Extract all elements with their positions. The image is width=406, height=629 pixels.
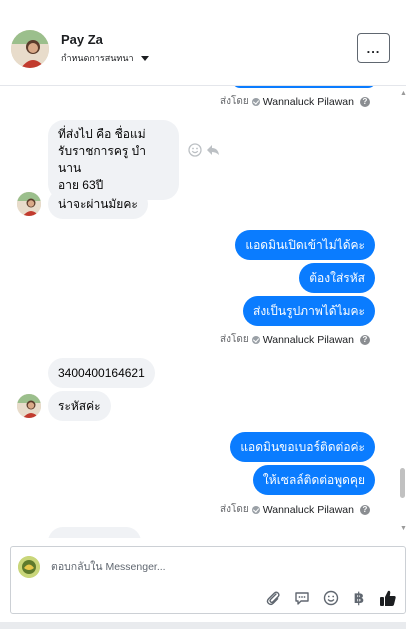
verified-check-icon <box>251 505 260 514</box>
verified-check-icon <box>251 97 260 106</box>
sent-by-label: ส่งโดย <box>220 334 249 345</box>
message-line: ที่ส่งไป คือ ชื่อแม่ <box>58 127 146 141</box>
outgoing-message[interactable]: แอดมินเปิดเข้าไม่ได้คะ <box>235 230 375 260</box>
scroll-up-icon[interactable]: ▲ <box>400 90 406 97</box>
page-avatar <box>18 556 40 578</box>
sent-by-line: ส่งโดย Wannaluck Pilawan ? <box>220 94 370 109</box>
sent-by-label: ส่งโดย <box>220 96 249 107</box>
verified-check-icon <box>251 335 260 344</box>
conversation-options-label: กำหนดการสนทนา <box>61 53 134 63</box>
incoming-message[interactable]: น่าจะผ่านมัยคะ <box>48 189 148 219</box>
sticker-icon[interactable] <box>292 588 312 608</box>
help-icon[interactable]: ? <box>359 504 370 515</box>
conversation-options[interactable]: กำหนดการสนทนา <box>61 51 149 65</box>
message-line: รับราชการครู บำนาน <box>58 144 147 175</box>
composer: ฿ <box>10 546 406 614</box>
reply-icon[interactable] <box>206 143 220 162</box>
contact-avatar[interactable] <box>11 30 49 68</box>
sent-by-name[interactable]: Wannaluck Pilawan <box>263 504 354 516</box>
sent-by-line: ส่งโดย Wannaluck Pilawan ? <box>220 332 370 347</box>
more-options-button[interactable]: ... <box>357 33 390 63</box>
smiley-icon[interactable] <box>321 588 341 608</box>
message-text: น่าจะผ่านมัยคะ <box>58 197 138 211</box>
message-text: ให้เซลล์ติดต่อพูดคุย <box>262 473 365 487</box>
sent-by-line: ส่งโดย Wannaluck Pilawan ? <box>220 502 370 517</box>
message-thread: ส่งโดย Wannaluck Pilawan ? ที่ส่งไป คือ … <box>0 86 406 538</box>
incoming-message[interactable]: 3400400164621 <box>48 358 155 388</box>
sent-by-name[interactable]: Wannaluck Pilawan <box>263 96 354 108</box>
contact-name[interactable]: Pay Za <box>61 32 103 47</box>
message-text: ส่งเป็นรูปภาพได้ไมคะ <box>253 304 365 318</box>
message-text: ต้องใส่รหัส <box>309 271 365 285</box>
message-text: ระหัสค่ะ <box>58 399 101 413</box>
attach-icon[interactable] <box>263 588 283 608</box>
message-text: แอดมินเปิดเข้าไม่ได้คะ <box>245 238 365 252</box>
message-text: แอดมินขอเบอร์ติดต่อค่ะ <box>240 440 365 454</box>
more-icon: ... <box>366 40 381 56</box>
scroll-down-icon[interactable]: ▼ <box>400 525 406 532</box>
incoming-message-partial[interactable] <box>48 527 141 538</box>
scrollbar-thumb[interactable] <box>400 468 405 498</box>
outgoing-message-partial[interactable] <box>232 86 376 88</box>
caret-down-icon <box>140 55 149 61</box>
incoming-message[interactable]: ที่ส่งไป คือ ชื่อแม่ รับราชการครู บำนาน … <box>48 120 179 200</box>
sent-by-label: ส่งโดย <box>220 504 249 515</box>
help-icon[interactable]: ? <box>359 96 370 107</box>
help-icon[interactable]: ? <box>359 334 370 345</box>
baht-icon[interactable]: ฿ <box>349 588 369 608</box>
contact-avatar-small[interactable] <box>17 394 41 418</box>
conversation-header: Pay Za กำหนดการสนทนา ... <box>0 0 406 86</box>
like-icon[interactable] <box>378 588 398 608</box>
outgoing-message[interactable]: ส่งเป็นรูปภาพได้ไมคะ <box>243 296 375 326</box>
outgoing-message[interactable]: ให้เซลล์ติดต่อพูดคุย <box>252 465 375 495</box>
emoji-icon[interactable] <box>188 143 202 162</box>
incoming-message[interactable]: ระหัสค่ะ <box>48 391 111 421</box>
contact-avatar-small[interactable] <box>17 192 41 216</box>
message-text: 3400400164621 <box>58 366 145 380</box>
sent-by-name[interactable]: Wannaluck Pilawan <box>263 334 354 346</box>
reply-input[interactable] <box>51 557 391 577</box>
outgoing-message[interactable]: แอดมินขอเบอร์ติดต่อค่ะ <box>230 432 375 462</box>
bottom-bar <box>0 622 406 629</box>
message-actions <box>188 143 220 162</box>
outgoing-message[interactable]: ต้องใส่รหัส <box>299 263 375 293</box>
